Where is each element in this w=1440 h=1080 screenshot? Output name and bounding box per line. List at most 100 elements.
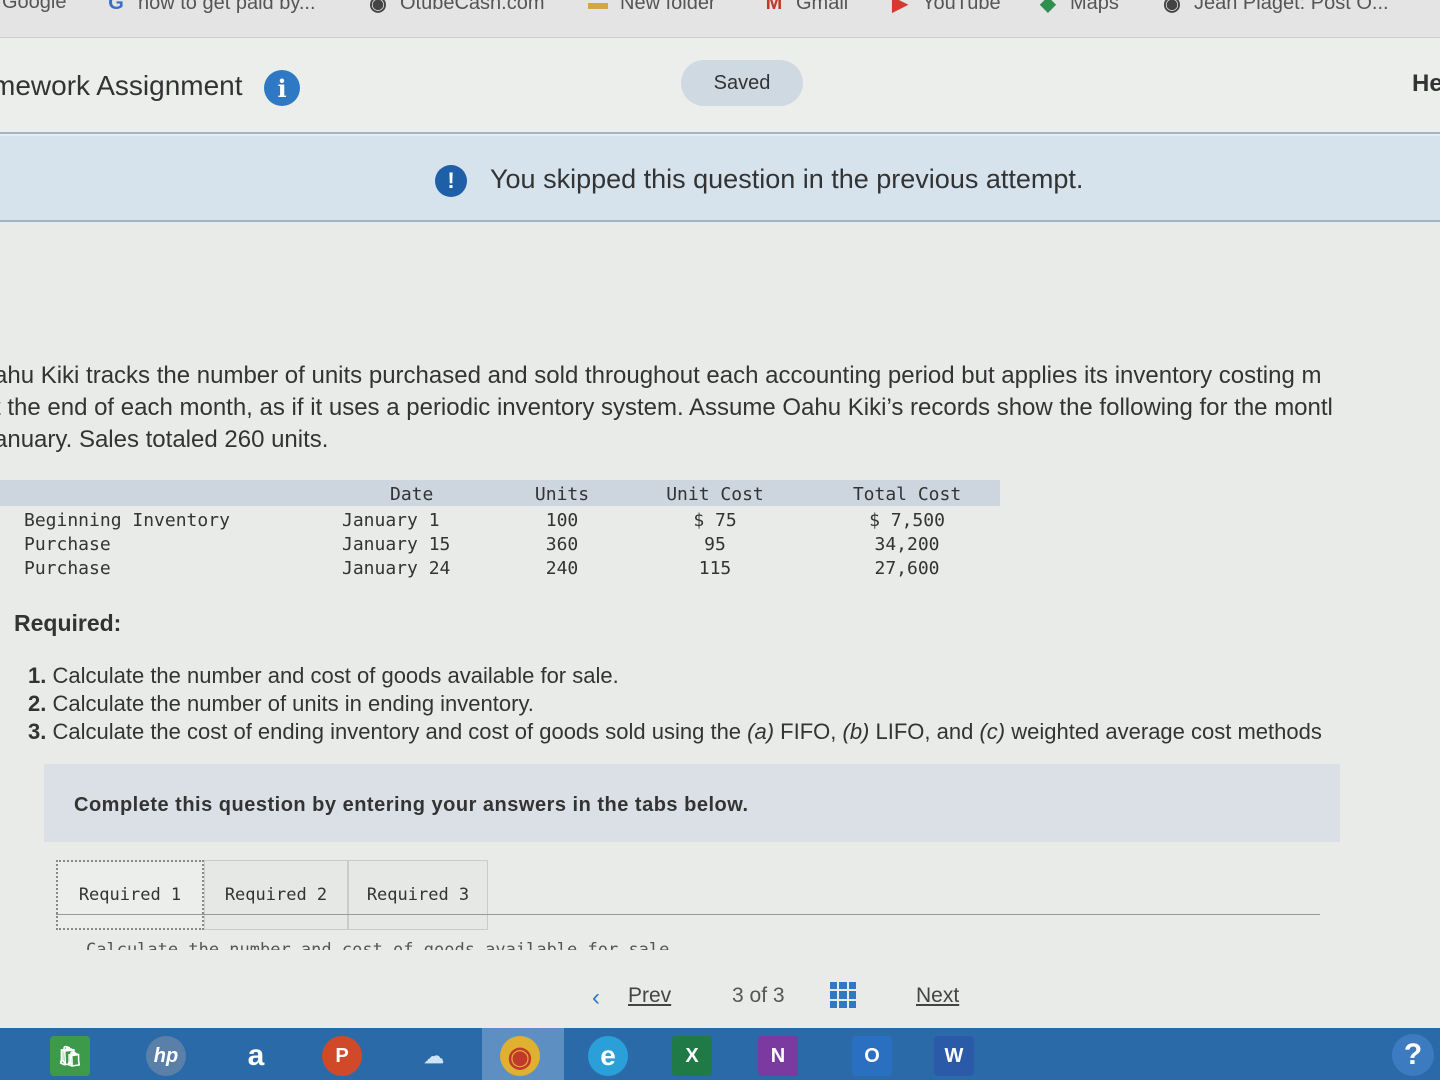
bookmark-youtube[interactable]: ▶ YouTube [888, 0, 1001, 15]
item-part-a: (a) [747, 719, 775, 744]
item-part-b: (b) [842, 719, 870, 744]
row-label: Beginning Inventory [24, 510, 230, 531]
bookmark-label: Gmail [796, 0, 849, 14]
hp-icon[interactable]: hp [146, 1036, 186, 1076]
row-unit-cost: $ 75 [693, 510, 737, 531]
skipped-question-banner: ! You skipped this question in the previ… [0, 136, 1440, 222]
question-pager: ‹ Prev 3 of 3 Next [0, 978, 1440, 1014]
folder-icon: ▬ [588, 0, 608, 14]
edge-icon[interactable]: e [588, 1036, 628, 1076]
row-units: 360 [545, 534, 579, 555]
saved-status-badge: Saved [681, 60, 803, 106]
bookmark-new-folder[interactable]: ▬ New folder [586, 0, 716, 15]
item-text: LIFO, and [869, 719, 980, 744]
bookmark-jean-piaget[interactable]: ◉ Jean Piaget: Post O... [1160, 0, 1389, 15]
row-unit-cost: 115 [698, 558, 732, 579]
page-of-label: of [749, 984, 768, 1007]
item-text: FIFO, [774, 719, 843, 744]
google-g-icon: G [108, 0, 124, 14]
table-row: Purchase January 15 360 95 34,200 [0, 530, 1000, 555]
bookmark-label: Jean Piaget: Post O... [1194, 0, 1389, 14]
required-list: 1. Calculate the number and cost of good… [28, 662, 1322, 746]
word-icon[interactable]: W [934, 1036, 974, 1076]
item-number: 2. [28, 691, 47, 716]
required-heading: Required: [14, 610, 122, 636]
row-date: January 15 [342, 534, 451, 555]
instructions-box: Complete this question by entering your … [44, 764, 1340, 842]
bookmark-label: how to get paid by... [138, 0, 316, 14]
list-item: 2. Calculate the number of units in endi… [28, 690, 1322, 718]
globe-icon: ◉ [1163, 0, 1181, 15]
row-date: January 1 [342, 510, 440, 531]
header-date: Date [390, 484, 434, 505]
banner-message: You skipped this question in the previou… [490, 164, 1084, 194]
item-text: Calculate the cost of ending inventory a… [52, 719, 748, 744]
maps-icon: ◆ [1040, 0, 1056, 15]
grid-icon[interactable] [830, 982, 856, 1008]
onenote-icon[interactable]: N [758, 1036, 798, 1076]
page-title: mework Assignment [0, 70, 243, 101]
table-header-row: Date Units Unit Cost Total Cost [0, 480, 1000, 506]
header-total-cost: Total Cost [852, 484, 962, 505]
bookmark-label: YouTube [922, 0, 1001, 14]
prev-button[interactable]: Prev [628, 984, 671, 1008]
total-pages: 3 [772, 984, 785, 1007]
bookmark-how-to-get-paid[interactable]: G how to get paid by... [104, 0, 316, 15]
row-label: Purchase [24, 558, 111, 579]
row-label: Purchase [24, 534, 111, 555]
tab-content-heading: Calculate the number and cost of goods a… [86, 940, 670, 950]
bookmark-label: New folder [620, 0, 716, 14]
bookmarks-bar: Google G how to get paid by... ◉ OtubeCa… [0, 0, 1440, 38]
excel-icon[interactable]: X [672, 1036, 712, 1076]
instructions-text: Complete this question by entering your … [74, 794, 749, 816]
windows-taskbar: 🛍 hp a P ☁ ◉ e X N O W ? [0, 1028, 1440, 1080]
table-row: Beginning Inventory January 1 100 $ 75 $… [0, 506, 1000, 531]
info-icon[interactable]: i [264, 70, 300, 106]
row-date: January 24 [342, 558, 451, 579]
problem-line: ahu Kiki tracks the number of units purc… [0, 362, 1322, 389]
next-button[interactable]: Next [916, 984, 959, 1008]
tab-required-1[interactable]: Required 1 [56, 860, 204, 930]
bookmark-label: Google [2, 0, 67, 13]
powerpoint-icon[interactable]: P [322, 1036, 362, 1076]
outlook-icon[interactable]: O [852, 1036, 892, 1076]
item-text: Calculate the number and cost of goods a… [52, 663, 619, 688]
bookmark-otubecash[interactable]: ◉ OtubeCash.com [366, 0, 545, 15]
tab-required-2[interactable]: Required 2 [204, 860, 348, 930]
list-item: 3. Calculate the cost of ending inventor… [28, 718, 1322, 746]
problem-line: anuary. Sales totaled 260 units. [0, 426, 329, 453]
bookmark-google[interactable]: Google [2, 0, 67, 14]
item-text: weighted average cost methods [1005, 719, 1322, 744]
inventory-table: Date Units Unit Cost Total Cost Beginnin… [0, 480, 1000, 579]
row-unit-cost: 95 [704, 534, 726, 555]
problem-line: t the end of each month, as if it uses a… [0, 394, 1333, 421]
item-number: 3. [28, 719, 47, 744]
tab-required-3[interactable]: Required 3 [348, 860, 488, 930]
store-icon[interactable]: 🛍 [50, 1036, 90, 1076]
amazon-icon[interactable]: a [236, 1036, 276, 1076]
item-number: 1. [28, 663, 47, 688]
help-icon[interactable]: ? [1392, 1034, 1434, 1076]
bookmark-label: OtubeCash.com [400, 0, 545, 14]
row-units: 240 [545, 558, 579, 579]
row-units: 100 [545, 510, 579, 531]
chrome-icon[interactable]: ◉ [500, 1036, 540, 1076]
table-row: Purchase January 24 240 115 27,600 [0, 554, 1000, 579]
list-item: 1. Calculate the number and cost of good… [28, 662, 1322, 690]
item-part-c: (c) [979, 719, 1006, 744]
onedrive-icon[interactable]: ☁ [414, 1036, 454, 1076]
chevron-left-icon[interactable]: ‹ [592, 984, 600, 1012]
problem-statement: ahu Kiki tracks the number of units purc… [0, 360, 1440, 456]
exclamation-icon: ! [435, 165, 467, 197]
row-total-cost: 34,200 [874, 534, 940, 555]
bookmark-label: Maps [1070, 0, 1119, 14]
page-indicator: 3 of 3 [732, 984, 785, 1008]
bookmark-gmail[interactable]: M Gmail [762, 0, 849, 15]
row-total-cost: 27,600 [874, 558, 940, 579]
gmail-icon: M [765, 0, 783, 14]
help-link[interactable]: He [1412, 70, 1440, 98]
bookmark-maps[interactable]: ◆ Maps [1036, 0, 1119, 15]
item-text: Calculate the number of units in ending … [52, 691, 534, 716]
assignment-header: mework Assignment i Saved He [0, 38, 1440, 134]
header-unit-cost: Unit Cost [666, 484, 764, 505]
